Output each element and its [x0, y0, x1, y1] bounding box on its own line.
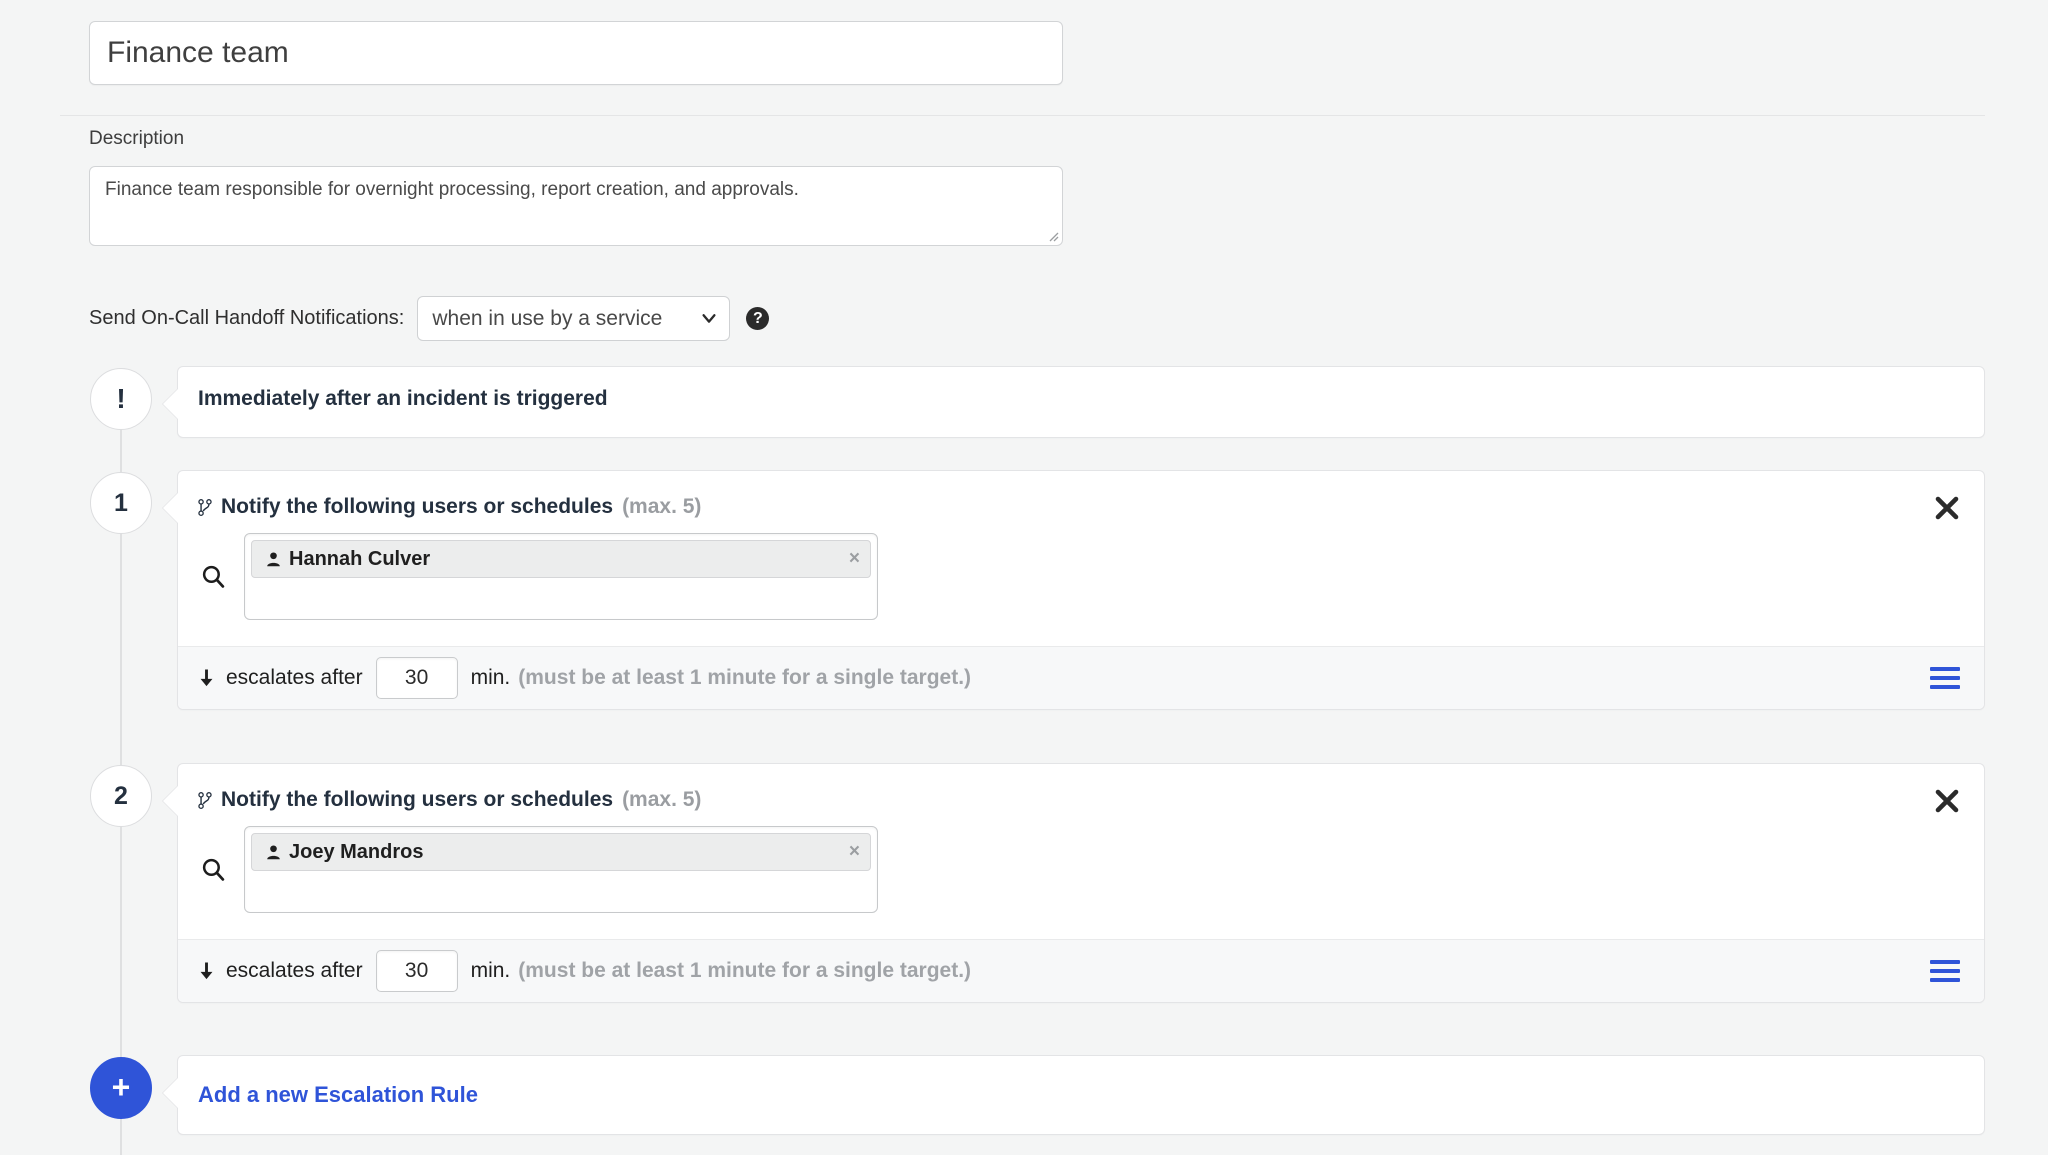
arrow-down-icon — [198, 668, 215, 688]
rule-title-2: Notify the following users or schedules … — [178, 764, 1984, 812]
target-name: Joey Mandros — [289, 840, 424, 863]
add-escalation-rule-link[interactable]: Add a new Escalation Rule — [198, 1082, 478, 1107]
minutes-unit-label: min. — [470, 959, 511, 982]
escalation-delay-input[interactable]: 30 — [375, 657, 458, 699]
card-notch — [163, 389, 178, 419]
rule-targets-row-1: Hannah Culver × — [178, 519, 1984, 646]
remove-target-icon[interactable]: × — [849, 841, 860, 863]
handoff-selected-value: when in use by a service — [432, 306, 663, 330]
rule-targets-row-2: Joey Mandros × — [178, 812, 1984, 939]
arrow-down-icon — [198, 961, 215, 981]
rule-max-label: (max. 5) — [622, 788, 702, 811]
trigger-title-text: Immediately after an incident is trigger… — [198, 387, 608, 410]
resize-grip-icon[interactable] — [1043, 226, 1059, 242]
search-icon — [198, 857, 228, 882]
card-notch — [163, 786, 178, 816]
add-escalation-rule-card[interactable]: Add a new Escalation Rule — [163, 1055, 1985, 1135]
target-name: Hannah Culver — [289, 547, 431, 570]
timeline-node-trigger: ! — [90, 368, 152, 430]
timeline-node-rule-1: 1 — [90, 472, 152, 534]
rule-footer-2: escalates after 30 min. (must be at leas… — [178, 939, 1984, 1002]
description-label: Description — [89, 128, 185, 149]
rule-max-label: (max. 5) — [622, 495, 702, 518]
rule-footer-1: escalates after 30 min. (must be at leas… — [178, 646, 1984, 709]
drag-handle-icon[interactable] — [1930, 667, 1960, 689]
trigger-title: Immediately after an incident is trigger… — [178, 367, 1984, 411]
remove-target-icon[interactable]: × — [849, 548, 860, 570]
card-notch — [163, 1078, 178, 1108]
timeline-node-rule-2: 2 — [90, 765, 152, 827]
chevron-down-icon — [702, 314, 716, 323]
target-token[interactable]: Joey Mandros × — [251, 833, 871, 871]
add-escalation-rule-button[interactable]: + — [90, 1057, 152, 1119]
description-text: Finance team responsible for overnight p… — [105, 179, 799, 200]
handoff-notifications-row: Send On-Call Handoff Notifications: when… — [89, 295, 770, 341]
team-name-input[interactable]: Finance team — [89, 21, 1063, 85]
escalates-after-label: escalates after — [226, 959, 363, 982]
card-notch — [163, 493, 178, 523]
rule-title-text: Notify the following users or schedules — [221, 495, 614, 518]
escalation-delay-input[interactable]: 30 — [375, 950, 458, 992]
escalation-delay-hint: (must be at least 1 minute for a single … — [518, 959, 972, 982]
trigger-card: Immediately after an incident is trigger… — [163, 366, 1985, 438]
close-icon[interactable] — [1934, 788, 1960, 814]
rule-title-text: Notify the following users or schedules — [221, 788, 614, 811]
escalation-policy-editor: Finance team Description Finance team re… — [0, 0, 2048, 1155]
minutes-unit-label: min. — [470, 666, 511, 689]
code-branch-icon — [198, 791, 212, 810]
question-circle-icon[interactable]: ? — [746, 306, 770, 330]
user-icon — [265, 844, 282, 861]
description-textarea[interactable]: Finance team responsible for overnight p… — [89, 166, 1063, 246]
code-branch-icon — [198, 498, 212, 517]
escalation-rule-card-1: Notify the following users or schedules … — [163, 470, 1985, 710]
search-icon — [198, 564, 228, 589]
escalation-rule-card-2: Notify the following users or schedules … — [163, 763, 1985, 1003]
escalation-delay-hint: (must be at least 1 minute for a single … — [518, 666, 972, 689]
escalates-after-label: escalates after — [226, 666, 363, 689]
target-search-input-2[interactable]: Joey Mandros × — [244, 826, 878, 913]
handoff-select[interactable]: when in use by a service — [417, 295, 731, 341]
user-icon — [265, 551, 282, 568]
section-divider — [60, 115, 1985, 116]
handoff-label: Send On-Call Handoff Notifications: — [89, 306, 405, 329]
target-token[interactable]: Hannah Culver × — [251, 540, 871, 578]
close-icon[interactable] — [1934, 495, 1960, 521]
target-search-input-1[interactable]: Hannah Culver × — [244, 533, 878, 620]
drag-handle-icon[interactable] — [1930, 960, 1960, 982]
rule-title-1: Notify the following users or schedules … — [178, 471, 1984, 519]
